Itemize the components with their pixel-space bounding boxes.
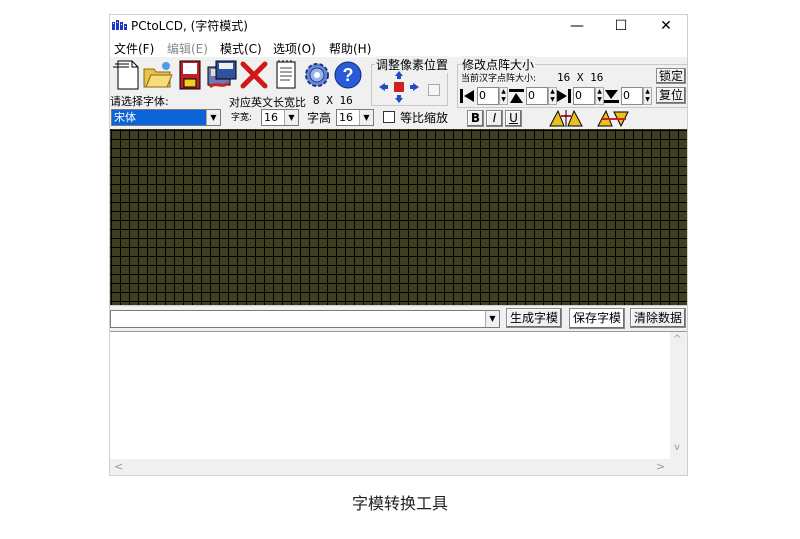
open-folder-icon[interactable] (142, 58, 174, 92)
pixel-arrows-icon[interactable] (375, 69, 423, 105)
help-glyph: ? (343, 65, 354, 85)
app-window: PCtoLCD, (字符模式) — ☐ ✕ 文件(F) 编辑(E) 模式(C) … (109, 14, 688, 476)
title-bar[interactable]: PCtoLCD, (字符模式) — ☐ ✕ (110, 15, 687, 37)
height-label: 字高 (307, 111, 332, 125)
underline-button[interactable]: U (505, 110, 522, 127)
scroll-up-icon[interactable]: ^ (673, 334, 681, 345)
close-button[interactable]: ✕ (651, 17, 681, 35)
proportional-label: 等比缩放 (400, 111, 449, 125)
font-combo[interactable]: 宋体 ▼ (111, 109, 221, 126)
shift-right-icon (557, 89, 571, 103)
output-textarea[interactable]: ^ v < > (110, 331, 687, 475)
chevron-down-icon[interactable]: ▼ (284, 110, 298, 125)
adjust-pixel-group: 调整像素位置 (371, 56, 450, 106)
generate-button[interactable]: 生成字模 (506, 308, 562, 328)
delete-icon[interactable] (238, 58, 270, 92)
menu-options[interactable]: 选项(O) (273, 40, 316, 57)
lock-button[interactable]: 锁定 (656, 68, 686, 84)
reset-button[interactable]: 复位 (656, 87, 686, 104)
proportional-checkbox[interactable] (383, 111, 395, 123)
width-label: 字宽: (231, 113, 253, 123)
scroll-down-icon[interactable]: v (674, 442, 680, 453)
help-icon[interactable]: ? (332, 58, 364, 92)
chevron-down-icon[interactable]: ▼ (206, 110, 220, 125)
menu-help[interactable]: 帮助(H) (329, 40, 371, 57)
bold-button[interactable]: B (467, 110, 484, 127)
dot-size-group: 修改点阵大小 当前汉字点阵大小: 16 X 16 锁定 复位 0 ▲ ▼ 0 ▲ ▼… (457, 56, 687, 108)
width-combo[interactable]: 16 ▼ (261, 109, 299, 126)
shift-bottom-icon (604, 90, 619, 103)
save-as-icon[interactable] (206, 58, 238, 92)
scroll-left-icon[interactable]: < (114, 460, 123, 473)
bottom-bar: ▼ 生成字模 保存字模 清除数据 (110, 305, 687, 331)
current-size-label: 当前汉字点阵大小: (461, 74, 537, 84)
menu-file[interactable]: 文件(F) (114, 40, 154, 57)
scroll-right-icon[interactable]: > (656, 460, 665, 473)
center-pixel-button[interactable] (428, 84, 440, 96)
vertical-scrollbar[interactable]: ^ v (670, 332, 687, 460)
ratio-label: 对应英文长宽比 (229, 96, 306, 109)
spin-top-value[interactable]: 0 (526, 87, 548, 105)
current-size-value: 16 X 16 (557, 71, 604, 84)
save-font-button[interactable]: 保存字模 (569, 308, 625, 329)
chevron-down-icon[interactable]: ▼ (485, 311, 499, 327)
shift-left-icon (460, 89, 474, 103)
scroll-corner (670, 459, 687, 475)
height-combo[interactable]: 16 ▼ (336, 109, 374, 126)
width-combo-value: 16 (264, 111, 278, 124)
spin-left-value[interactable]: 0 (477, 87, 499, 105)
save-icon[interactable] (174, 58, 206, 92)
font-select-label: 请选择字体: (110, 95, 169, 108)
maximize-button[interactable]: ☐ (606, 17, 636, 35)
shift-top-icon (509, 89, 524, 103)
new-document-icon[interactable] (110, 58, 142, 92)
clear-data-button[interactable]: 清除数据 (630, 308, 686, 328)
rotate-icon[interactable] (596, 108, 632, 128)
toolbar-area: ? 请选择字体: 宋体 ▼ 对应英文长宽比 8 X 16 字宽: 16 ▼ 字高… (110, 56, 687, 129)
settings-gear-icon[interactable] (301, 58, 333, 92)
mirror-horizontal-icon[interactable] (548, 108, 584, 128)
spin-updown-icon[interactable]: ▲ ▼ (499, 87, 508, 105)
spin-updown-icon[interactable]: ▲ ▼ (643, 87, 652, 105)
height-combo-value: 16 (339, 111, 353, 124)
font-combo-value: 宋体 (114, 111, 136, 124)
window-title: PCtoLCD, (字符模式) (131, 19, 248, 33)
menu-edit[interactable]: 编辑(E) (167, 40, 208, 57)
ratio-value: 8 X 16 (313, 94, 353, 107)
minimize-button[interactable]: — (562, 17, 592, 35)
spin-bottom-value[interactable]: 0 (621, 87, 643, 105)
italic-button[interactable]: I (486, 110, 503, 127)
notepad-icon[interactable] (270, 58, 302, 92)
spin-right-value[interactable]: 0 (573, 87, 595, 105)
figure-caption: 字模转换工具 (351, 494, 448, 513)
pixel-grid[interactable] (110, 129, 687, 305)
app-logo-icon (112, 20, 127, 30)
chevron-down-icon[interactable]: ▼ (359, 110, 373, 125)
menu-mode[interactable]: 模式(C) (220, 40, 262, 57)
horizontal-scrollbar[interactable]: < > (110, 459, 670, 475)
output-format-combo[interactable]: ▼ (110, 310, 500, 328)
menu-bar: 文件(F) 编辑(E) 模式(C) 选项(O) 帮助(H) (110, 38, 687, 57)
